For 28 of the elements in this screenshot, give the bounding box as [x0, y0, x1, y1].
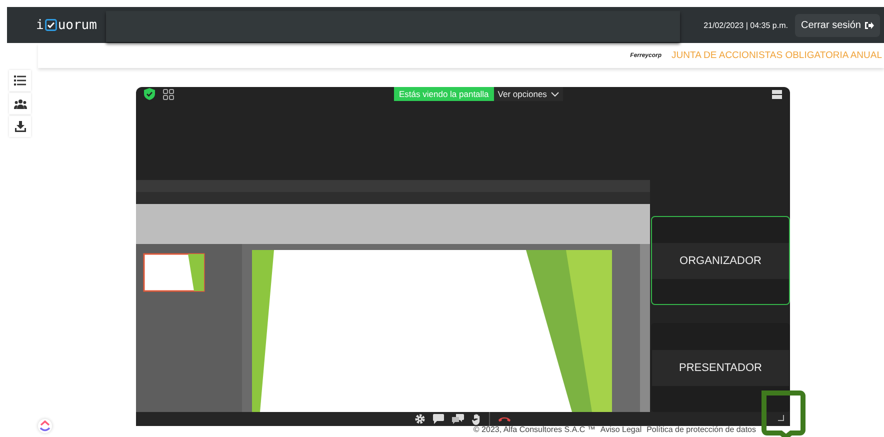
download-icon[interactable] — [9, 116, 31, 137]
footer-link[interactable]: Aviso Legal — [600, 425, 642, 434]
resize-corner-icon[interactable] — [778, 415, 784, 421]
grid-icon[interactable] — [163, 88, 174, 100]
raise-hand-icon[interactable] — [472, 414, 481, 424]
participant-name: ORGANIZADOR — [652, 242, 789, 278]
chevron-down-icon — [550, 92, 559, 96]
copyright-text: © 2023, Alfa Consultores S.A.C ™ — [473, 425, 596, 434]
options-dropdown[interactable]: Ver opciones — [494, 87, 563, 101]
sharing-banner: Estás viendo la pantalla — [394, 87, 494, 101]
event-title: JUNTA DE ACCIONISTAS OBLIGATORIA ANUAL — [672, 50, 882, 61]
checkbox-icon — [44, 19, 57, 31]
participant-name: PRESENTADOR — [652, 350, 789, 386]
logout-icon — [864, 20, 874, 30]
date-time: 21/02/2023 | 04:35 p.m. — [704, 20, 788, 30]
chat-icon[interactable] — [433, 414, 444, 424]
app-logo-icon[interactable] — [38, 419, 52, 433]
settings-icon[interactable] — [415, 414, 425, 424]
footer-link[interactable]: Política de protección de datos — [646, 425, 756, 434]
layout-icon[interactable] — [772, 90, 782, 98]
conversation-icon[interactable] — [452, 414, 464, 424]
logo-text: i — [36, 18, 44, 32]
users-icon[interactable] — [9, 93, 31, 114]
logout-button[interactable]: Cerrar sesión — [794, 14, 880, 36]
list-icon[interactable] — [9, 70, 31, 91]
hang-up-icon[interactable] — [498, 416, 511, 422]
highlight-bracket — [761, 389, 807, 437]
logo-text: uorum — [58, 18, 97, 32]
